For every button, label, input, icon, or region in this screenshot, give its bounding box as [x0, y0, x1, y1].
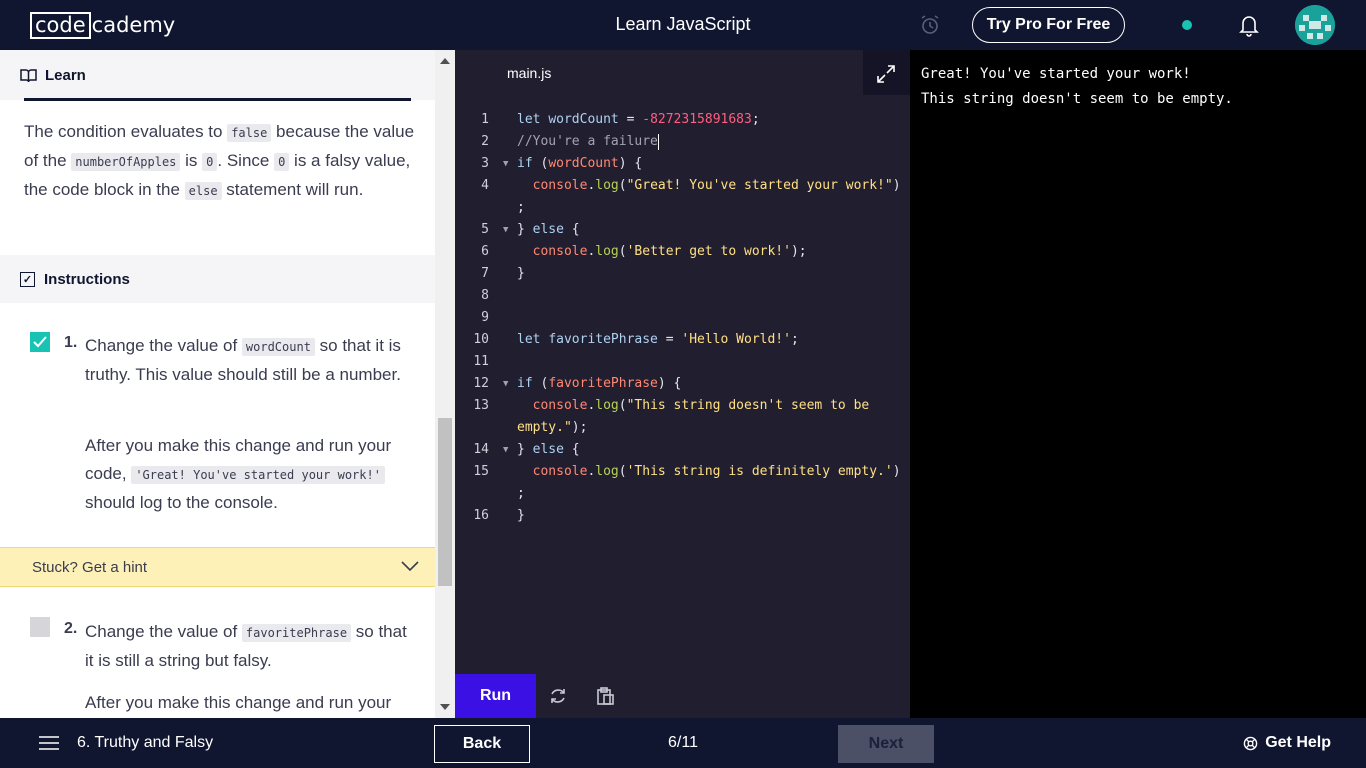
code-line: 5 ▼} else {: [455, 219, 910, 241]
task-checked-icon[interactable]: [30, 332, 50, 352]
editor-tab-bar: main.js: [455, 50, 910, 95]
code-line: 7}: [481, 266, 525, 281]
inline-code: 'Great! You've started your work!': [131, 466, 385, 484]
hint-label: Stuck? Get a hint: [32, 558, 148, 576]
fold-arrow-icon: ▼: [503, 159, 509, 169]
menu-hamburger-icon[interactable]: [38, 735, 60, 751]
scrollbar-thumb[interactable]: [438, 418, 452, 586]
fold-arrow-icon: ▼: [503, 445, 509, 455]
editor-footer: Run: [455, 674, 910, 718]
text-cursor: [657, 133, 659, 150]
alarm-clock-icon[interactable]: [918, 13, 942, 37]
console-output: Great! You've started your work! This st…: [910, 50, 1366, 718]
scroll-up-arrow-icon[interactable]: [440, 58, 450, 64]
code-line: empty.");: [517, 420, 588, 435]
user-avatar[interactable]: [1295, 5, 1335, 45]
code-line: 10 let favoritePhrase = 'Hello World!';: [473, 332, 799, 347]
code-line: 6 console.log('Better get to work!');: [481, 244, 807, 259]
fold-arrow-icon: ▼: [503, 379, 509, 389]
inline-code: wordCount: [241, 338, 315, 356]
code-line: 13 console.log("This string doesn't seem…: [473, 398, 870, 413]
inline-code: numberOfApples: [71, 153, 181, 171]
checkbox-icon: ✓: [20, 271, 35, 287]
expand-icon[interactable]: [876, 64, 896, 84]
file-tab[interactable]: main.js: [455, 50, 863, 95]
chevron-down-icon: [401, 561, 419, 572]
code-line: ;: [517, 486, 525, 501]
task-unchecked-icon[interactable]: [30, 617, 50, 637]
scroll-down-arrow-icon[interactable]: [440, 704, 450, 710]
fold-arrow-icon: ▼: [503, 225, 509, 235]
task-text: Change the value of favoritePhrase so th…: [85, 622, 407, 670]
book-icon: [20, 68, 37, 82]
code-line: ;: [517, 200, 525, 215]
code-line: 1 let wordCount = -8272315891683;: [481, 112, 760, 127]
learn-section-header[interactable]: Learn: [0, 50, 435, 100]
status-dot: [1182, 20, 1192, 30]
notification-bell-icon[interactable]: [1238, 13, 1260, 37]
run-button[interactable]: Run: [455, 674, 536, 718]
learn-section-title: Learn: [45, 66, 86, 84]
avatar-pattern-icon: [1295, 5, 1335, 45]
reset-code-icon[interactable]: [548, 686, 568, 706]
output-line: Great! You've started your work!: [921, 66, 1191, 82]
task-text: After you make this change and run your: [85, 693, 392, 712]
instructions-header[interactable]: ✓ Instructions: [0, 255, 435, 303]
code-line: 12 ▼ if (favoritePhrase) {: [455, 373, 910, 395]
course-title: Learn JavaScript: [615, 14, 751, 34]
lesson-progress: 6/11: [668, 734, 698, 751]
back-button[interactable]: Back: [434, 725, 530, 763]
get-hint-toggle[interactable]: Stuck? Get a hint: [0, 547, 435, 587]
inline-code: 0: [274, 153, 290, 171]
code-line: 8: [481, 288, 489, 303]
output-line: This string doesn't seem to be empty.: [921, 91, 1233, 107]
code-line: 3 ▼ if (wordCount) {: [455, 153, 910, 175]
task-text: After you make this change and run your …: [85, 436, 392, 512]
bottom-bar: 6. Truthy and Falsy Back 6/11 Next Get H…: [0, 718, 1366, 768]
code-line: 9: [481, 310, 489, 325]
try-pro-button[interactable]: Try Pro For Free: [972, 7, 1125, 43]
narrative-text: The condition evaluates to false because…: [24, 122, 415, 200]
get-help-button[interactable]: Get Help: [1243, 734, 1331, 752]
code-line: 11: [473, 354, 489, 369]
code-line: 14 ▼} else {: [455, 439, 910, 461]
codecademy-logo[interactable]: code cademy: [30, 11, 175, 39]
code-area[interactable]: 1 let wordCount = -8272315891683; 2//You'…: [455, 109, 910, 527]
lesson-title[interactable]: 6. Truthy and Falsy: [77, 734, 213, 752]
left-scrollbar[interactable]: [435, 50, 455, 718]
inline-code: else: [184, 182, 222, 200]
next-button[interactable]: Next: [838, 725, 934, 763]
inline-code: favoritePhrase: [241, 624, 352, 642]
logo-box-text: code: [30, 11, 91, 39]
instructions-title: Instructions: [44, 270, 130, 288]
top-bar: code cademy Learn JavaScript Try Pro For …: [0, 0, 1366, 50]
code-line: 2//You're a failure: [481, 133, 659, 150]
inline-code: false: [227, 124, 272, 142]
task-number: 1.: [64, 334, 78, 351]
code-editor-panel: main.js 1 let wordCount = -8272315891683;…: [455, 50, 910, 718]
code-line: 16}: [473, 508, 525, 523]
section-divider: [24, 98, 411, 101]
inline-code: 0: [202, 153, 218, 171]
file-tab-label: main.js: [507, 65, 552, 81]
logo-rest-text: cademy: [91, 13, 176, 37]
lifebuoy-icon: [1243, 736, 1258, 750]
task-text: Change the value of wordCount so that it…: [85, 336, 401, 384]
task-number: 2.: [64, 620, 78, 637]
code-line: 4 console.log("Great! You've started you…: [481, 178, 901, 193]
lesson-panel: Learn The condition evaluates to false b…: [0, 50, 455, 718]
code-line: 15 console.log('This string is definitel…: [473, 464, 901, 479]
copy-to-clipboard-icon[interactable]: [595, 686, 615, 706]
get-help-label: Get Help: [1265, 734, 1331, 751]
